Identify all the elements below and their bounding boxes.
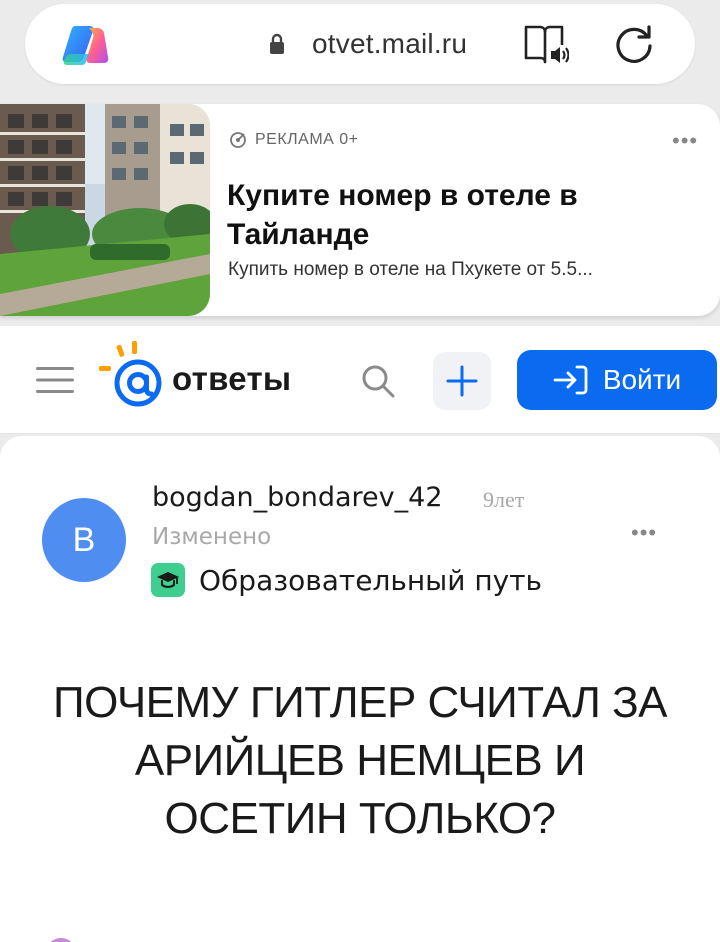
category-label: Образовательный путь (199, 563, 543, 597)
login-arrow-icon (553, 365, 588, 395)
lock-icon (270, 33, 284, 54)
answer-avatar[interactable] (46, 938, 76, 942)
menu-icon[interactable] (36, 365, 74, 395)
search-icon[interactable] (360, 363, 396, 399)
question-card: B bogdan_bondarev_42 9лет Изменено ••• О… (0, 436, 720, 942)
plus-icon (446, 365, 478, 397)
logo-icon[interactable] (96, 339, 166, 411)
logo-text[interactable]: ответы (172, 360, 291, 398)
ad-description[interactable]: Купить номер в отеле на Пхукете от 5.5..… (228, 259, 678, 281)
site-header: ответы Войти (0, 326, 720, 434)
browser-toolbar: otvet.mail.ru (0, 0, 720, 100)
category-link[interactable]: Образовательный путь (151, 563, 542, 597)
question-title: ПОЧЕМУ ГИТЛЕР СЧИТАЛ ЗА АРИЙЦЕВ НЕМЦЕВ И… (52, 678, 668, 843)
copilot-icon[interactable] (61, 24, 109, 66)
ad-banner[interactable]: РЕКЛАМА 0+ ••• Купите номер в отеле в Та… (0, 104, 720, 316)
login-label: Войти (602, 364, 682, 395)
author-username[interactable]: bogdan_bondarev_42 (152, 482, 443, 513)
avatar[interactable]: B (42, 498, 126, 582)
edited-label: Изменено (152, 524, 272, 550)
ad-more-button[interactable]: ••• (672, 128, 698, 154)
ask-question-button[interactable] (433, 352, 491, 410)
ad-label: РЕКЛАМА 0+ (255, 131, 359, 148)
reader-mode-icon[interactable] (523, 23, 569, 67)
address-bar[interactable]: otvet.mail.ru (25, 4, 695, 84)
reload-icon[interactable] (613, 24, 655, 66)
ad-title[interactable]: Купите номер в отеле в Тайланде (227, 176, 697, 254)
question-age: 9лет (483, 487, 525, 512)
graduation-cap-icon (151, 563, 185, 597)
url-text[interactable]: otvet.mail.ru (312, 28, 467, 60)
question-more-button[interactable]: ••• (631, 520, 657, 546)
login-button[interactable]: Войти (517, 350, 717, 410)
ad-label-row: РЕКЛАМА 0+ (229, 131, 359, 149)
ad-marker-icon (230, 132, 246, 148)
ad-image[interactable] (0, 104, 210, 316)
